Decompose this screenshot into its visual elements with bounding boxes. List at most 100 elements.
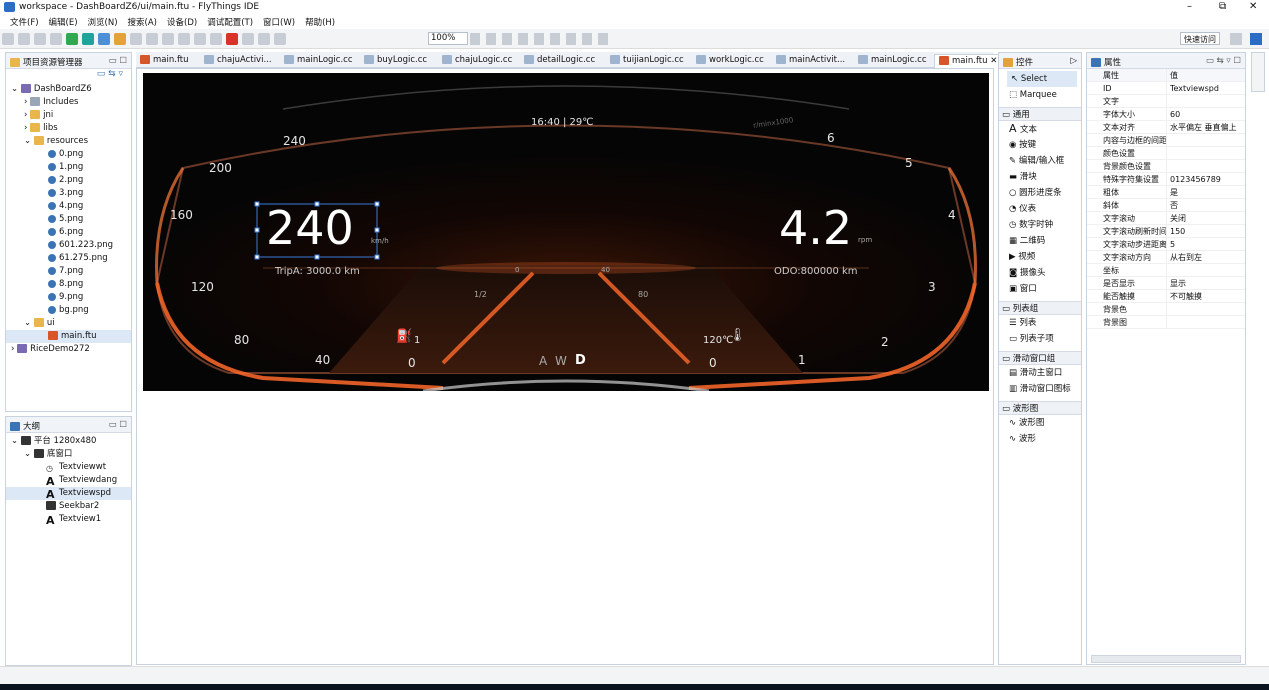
- align-icon[interactable]: [130, 33, 142, 45]
- menu-window[interactable]: 窗口(W): [263, 16, 295, 28]
- tree-item-resources[interactable]: ⌄ resources: [6, 135, 131, 148]
- prop-row-coordinate[interactable]: 坐标: [1087, 264, 1245, 277]
- tab-tuijianlogic[interactable]: tuijianLogic.cc: [606, 54, 688, 68]
- prop-row-visible[interactable]: 是否显示 显示: [1087, 277, 1245, 290]
- prop-row-scroll[interactable]: 文字滚动 关闭: [1087, 212, 1245, 225]
- rpm-value[interactable]: 4.2: [779, 201, 852, 255]
- prop-row-font-size[interactable]: 字体大小 60: [1087, 108, 1245, 121]
- side-tool-strip[interactable]: [1251, 52, 1265, 92]
- speed-value[interactable]: 240: [266, 201, 354, 255]
- prop-row-text-align[interactable]: 文本对齐 水平偏左 垂直偏上: [1087, 121, 1245, 134]
- close-button[interactable]: ✕: [1249, 1, 1257, 12]
- outline-item-seekbar2[interactable]: Seekbar2: [6, 500, 131, 513]
- menu-device[interactable]: 设备(D): [167, 16, 197, 28]
- palette-waveform-view[interactable]: ∿ 波形图: [999, 415, 1081, 431]
- palette-video[interactable]: ▶ 视频: [999, 249, 1081, 265]
- outline-item-base-window[interactable]: ⌄ 底窗口: [6, 448, 131, 461]
- perspective-icon[interactable]: [1230, 33, 1242, 45]
- tab-detaillogic[interactable]: detailLogic.cc: [520, 54, 599, 68]
- tree-item-file[interactable]: 6.png: [6, 226, 131, 239]
- tree-item-file[interactable]: 4.png: [6, 200, 131, 213]
- close-tab-icon[interactable]: ✕: [990, 56, 997, 66]
- tab-mainactivity[interactable]: mainActivit...: [772, 54, 849, 68]
- prop-row-italic[interactable]: 斜体否: [1087, 199, 1245, 212]
- save-all-icon[interactable]: [34, 33, 46, 45]
- maximize-button[interactable]: ⧉: [1219, 1, 1226, 12]
- tree-item-ui[interactable]: ⌄ ui: [6, 317, 131, 330]
- outline-item-textviewwt[interactable]: ◷ Textviewwt: [6, 461, 131, 474]
- delete-icon[interactable]: [226, 33, 238, 45]
- dashboard-preview[interactable]: 16:40 | 29℃ 240 km/h 4.2 rpm r/minx1000 …: [143, 73, 989, 391]
- zoom-in-icon[interactable]: [258, 33, 270, 45]
- zoom-out-icon[interactable]: [274, 33, 286, 45]
- prop-row-touchable[interactable]: 能否触摸 不可触摸: [1087, 290, 1245, 303]
- palette-camera[interactable]: ◙ 摄像头: [999, 265, 1081, 281]
- tree-item-file[interactable]: 7.png: [6, 265, 131, 278]
- menu-search[interactable]: 搜索(A): [128, 16, 157, 28]
- device-icon[interactable]: [82, 33, 94, 45]
- tree-item-file[interactable]: 3.png: [6, 187, 131, 200]
- paste-icon[interactable]: [210, 33, 222, 45]
- menu-navigate[interactable]: 浏览(N): [88, 16, 118, 28]
- prop-row-bold[interactable]: 粗体是: [1087, 186, 1245, 199]
- palette-digital-clock[interactable]: ◷ 数字时钟: [999, 217, 1081, 233]
- menu-help[interactable]: 帮助(H): [305, 16, 335, 28]
- tab-main-ftu-active[interactable]: main.ftu ✕: [934, 54, 1003, 68]
- palette-qrcode[interactable]: ▦ 二维码: [999, 233, 1081, 249]
- prop-row-text[interactable]: 文字: [1087, 95, 1245, 108]
- redo-icon[interactable]: [242, 33, 254, 45]
- prop-row-scroll-direction[interactable]: 文字滚动方向 从右到左: [1087, 251, 1245, 264]
- prop-row-id[interactable]: ID Textviewspd: [1087, 82, 1245, 95]
- tree-item-file[interactable]: 1.png: [6, 161, 131, 174]
- tree-item-file[interactable]: 0.png: [6, 148, 131, 161]
- palette-slide-window[interactable]: ▤ 滑动主窗口: [999, 365, 1081, 381]
- palette-group-waveform[interactable]: ▭ 波形图: [999, 401, 1081, 415]
- palette-circle-progress[interactable]: ○ 圆形进度条: [999, 185, 1081, 201]
- palette-text[interactable]: A 文本: [999, 121, 1081, 137]
- palette-waveform[interactable]: ∿ 波形: [999, 431, 1081, 447]
- tab-worklogic[interactable]: workLogic.cc: [692, 54, 768, 68]
- copy-icon[interactable]: [194, 33, 206, 45]
- minimize-button[interactable]: –: [1187, 1, 1192, 12]
- tree-item-file[interactable]: 2.png: [6, 174, 131, 187]
- outline-item-textviewdang[interactable]: A Textviewdang: [6, 474, 131, 488]
- outline-item-platform[interactable]: ⌄ 平台 1280x480: [6, 435, 131, 448]
- tab-main-ftu[interactable]: main.ftu: [136, 54, 193, 68]
- tree-item-ricedemo272[interactable]: › RiceDemo272: [6, 343, 131, 356]
- properties-horizontal-scrollbar[interactable]: [1091, 655, 1241, 663]
- palette-marquee[interactable]: ⬚ Marquee: [999, 87, 1081, 103]
- tab-chajuactivity[interactable]: chajuActivi...: [200, 54, 276, 68]
- tab-buylogic[interactable]: buyLogic.cc: [360, 54, 431, 68]
- new-icon[interactable]: [2, 33, 14, 45]
- outline-item-textview1[interactable]: A Textview1: [6, 513, 131, 527]
- tree-item-file[interactable]: 601.223.png: [6, 239, 131, 252]
- build-icon[interactable]: [50, 33, 62, 45]
- palette-edittext[interactable]: ✎ 编辑/输入框: [999, 153, 1081, 169]
- palette-group-common[interactable]: ▭ 通用: [999, 107, 1081, 121]
- prop-row-bg-color[interactable]: 背景颜色设置: [1087, 160, 1245, 173]
- prop-row-background[interactable]: 背景色: [1087, 303, 1245, 316]
- outline-item-textviewspd[interactable]: A Textviewspd: [6, 487, 131, 501]
- save-icon[interactable]: [18, 33, 30, 45]
- zoom-select[interactable]: 100%: [428, 32, 468, 45]
- palette-slide-window-icon[interactable]: ▥ 滑动窗口图标: [999, 381, 1081, 397]
- palette-group-list[interactable]: ▭ 列表组: [999, 301, 1081, 315]
- palette-gauge[interactable]: ◔ 仪表: [999, 201, 1081, 217]
- run-icon[interactable]: [66, 33, 78, 45]
- tree-item-includes[interactable]: › Includes: [6, 96, 131, 109]
- prop-row-background-image[interactable]: 背景图: [1087, 316, 1245, 329]
- tree-item-file[interactable]: 8.png: [6, 278, 131, 291]
- prop-row-scroll-refresh[interactable]: 文字滚动刷新时间 150: [1087, 225, 1245, 238]
- palette-window[interactable]: ▣ 窗口: [999, 281, 1081, 297]
- prop-row-padding[interactable]: 内容与边框的间距: [1087, 134, 1245, 147]
- explorer-toolbar[interactable]: ▭ ⇆ ▿: [6, 69, 131, 83]
- prop-row-charset[interactable]: 特殊字符集设置 0123456789: [1087, 173, 1245, 186]
- quick-access-button[interactable]: 快速访问: [1180, 32, 1220, 45]
- upload-icon[interactable]: [98, 33, 110, 45]
- back-icon[interactable]: [162, 33, 174, 45]
- flythings-perspective-icon[interactable]: [1250, 33, 1262, 45]
- tree-item-dashboardz6[interactable]: ⌄ DashBoardZ6: [6, 83, 131, 96]
- menu-edit[interactable]: 编辑(E): [49, 16, 78, 28]
- palette-group-slidewindow[interactable]: ▭ 滑动窗口组: [999, 351, 1081, 365]
- debug-icon[interactable]: [114, 33, 126, 45]
